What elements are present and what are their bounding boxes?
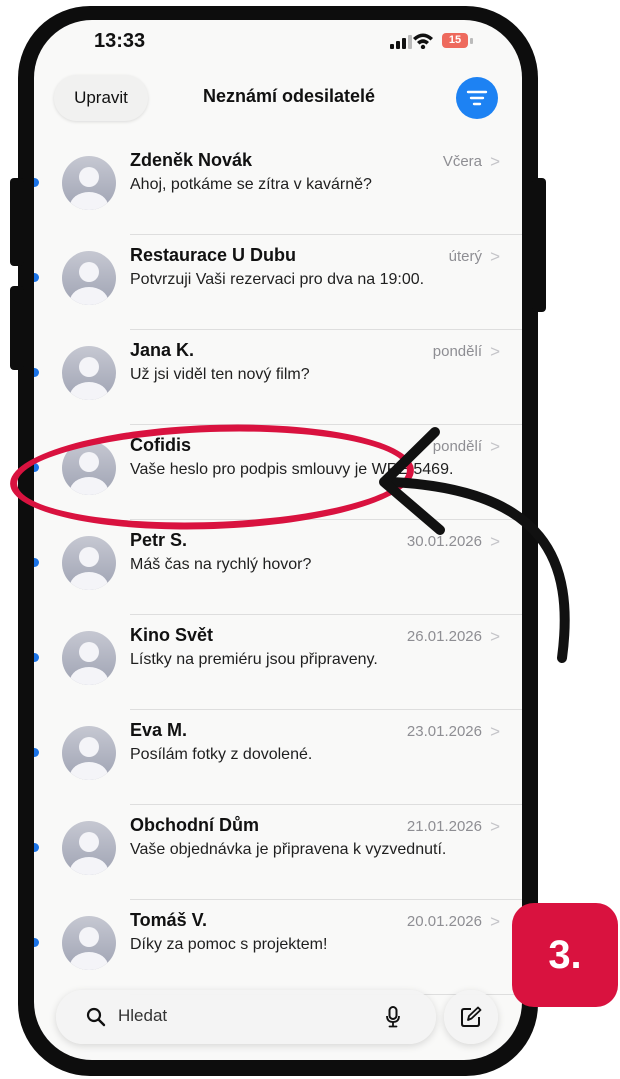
sender-name: Obchodní Dům xyxy=(130,815,259,835)
message-row[interactable]: Petr S. 30.01.2026 > Máš čas na rychlý hovo… xyxy=(34,520,522,615)
chevron-right-icon: > xyxy=(490,627,500,646)
page-title: Neznámí odesilatelé xyxy=(202,86,376,106)
message-date: Včera xyxy=(442,153,482,170)
message-row[interactable]: Jana K. pondělí > Už jsi viděl ten nový fil… xyxy=(34,330,522,425)
unread-indicator xyxy=(34,938,39,947)
unread-indicator xyxy=(34,558,39,567)
search-icon xyxy=(86,1007,106,1027)
power-button xyxy=(532,178,546,312)
sender-name: Petr S. xyxy=(130,530,188,550)
volume-button xyxy=(10,286,24,370)
message-date: 30.01.2026 xyxy=(406,533,482,550)
avatar-icon xyxy=(62,251,116,305)
message-date: pondělí xyxy=(432,343,482,360)
battery-indicator: 15 xyxy=(442,33,468,48)
unread-indicator xyxy=(34,748,39,757)
chevron-right-icon: > xyxy=(490,722,500,741)
microphone-icon[interactable] xyxy=(386,1006,400,1028)
message-preview: Vaše objednávka je připravena k vyzvednu… xyxy=(130,841,447,858)
sender-name: Tomáš V. xyxy=(130,910,208,930)
unread-indicator xyxy=(34,653,39,662)
message-list: Zdeněk Novák Včera > Ahoj, potkáme se zítra… xyxy=(34,140,522,995)
filter-button[interactable] xyxy=(456,77,498,119)
chevron-right-icon: > xyxy=(490,817,500,836)
edit-button[interactable]: Upravit xyxy=(54,75,148,121)
message-preview: Ahoj, potkáme se zítra v kavárně? xyxy=(130,176,372,193)
message-preview: Máš čas na rychlý hovor? xyxy=(130,556,312,573)
battery-cap xyxy=(470,38,473,44)
message-date: pondělí xyxy=(432,438,482,455)
search-bar[interactable]: Hledat xyxy=(56,990,436,1044)
avatar-icon xyxy=(62,346,116,400)
compose-icon xyxy=(461,1006,482,1027)
step-badge: 3. xyxy=(512,903,618,1007)
avatar-icon xyxy=(62,821,116,875)
message-preview: Posílám fotky z dovolené. xyxy=(130,746,313,763)
message-row[interactable]: Tomáš V. 20.01.2026 > Díky za pomoc s proje… xyxy=(34,900,522,995)
messages-screen: 13:33 15 Upravit Neznámí odesilatelé Zde… xyxy=(34,20,522,1060)
chevron-right-icon: > xyxy=(490,342,500,361)
chevron-right-icon: > xyxy=(490,912,500,931)
message-row[interactable]: Obchodní Dům 21.01.2026 > Vaše objednávka j… xyxy=(34,805,522,900)
message-preview: Potvrzuji Vaši rezervaci pro dva na 19:0… xyxy=(130,271,425,288)
avatar-icon xyxy=(62,536,116,590)
avatar-icon xyxy=(62,631,116,685)
unread-indicator xyxy=(34,273,39,282)
filter-icon xyxy=(466,90,488,106)
unread-indicator xyxy=(34,368,39,377)
message-row[interactable]: Kino Svět 26.01.2026 > Lístky na premiéru j… xyxy=(34,615,522,710)
message-preview: Lístky na premiéru jsou připraveny. xyxy=(130,651,378,668)
message-date: 20.01.2026 xyxy=(406,913,482,930)
message-date: 26.01.2026 xyxy=(406,628,482,645)
signal-icon xyxy=(390,35,412,49)
header: Upravit Neznámí odesilatelé xyxy=(34,72,522,128)
sender-name: Jana K. xyxy=(130,340,195,360)
sender-name: Restaurace U Dubu xyxy=(130,245,297,265)
message-row[interactable]: Eva M. 23.01.2026 > Posílám fotky z dovolen… xyxy=(34,710,522,805)
chevron-right-icon: > xyxy=(490,152,500,171)
unread-indicator xyxy=(34,178,39,187)
avatar-icon xyxy=(62,726,116,780)
message-row[interactable]: Zdeněk Novák Včera > Ahoj, potkáme se zítra… xyxy=(34,140,522,235)
avatar-icon xyxy=(62,916,116,970)
message-date: úterý xyxy=(448,248,482,265)
sender-name: Zdeněk Novák xyxy=(130,150,253,170)
compose-button[interactable] xyxy=(444,990,498,1044)
message-date: 23.01.2026 xyxy=(406,723,482,740)
message-preview: Díky za pomoc s projektem! xyxy=(130,936,328,953)
search-placeholder: Hledat xyxy=(118,1006,168,1025)
unread-indicator xyxy=(34,843,39,852)
chevron-right-icon: > xyxy=(490,532,500,551)
message-row[interactable]: Restaurace U Dubu úterý > Potvrzuji Vaši re… xyxy=(34,235,522,330)
sender-name: Eva M. xyxy=(130,720,188,740)
status-time: 13:33 xyxy=(94,30,146,52)
message-date: 21.01.2026 xyxy=(406,818,482,835)
avatar-icon xyxy=(62,156,116,210)
wifi-icon xyxy=(413,33,433,49)
chevron-right-icon: > xyxy=(490,437,500,456)
sender-name: Kino Svět xyxy=(130,625,214,645)
action-button xyxy=(10,178,24,266)
chevron-right-icon: > xyxy=(490,247,500,266)
message-preview: Už jsi viděl ten nový film? xyxy=(130,366,310,383)
status-bar: 13:33 15 xyxy=(34,20,522,60)
